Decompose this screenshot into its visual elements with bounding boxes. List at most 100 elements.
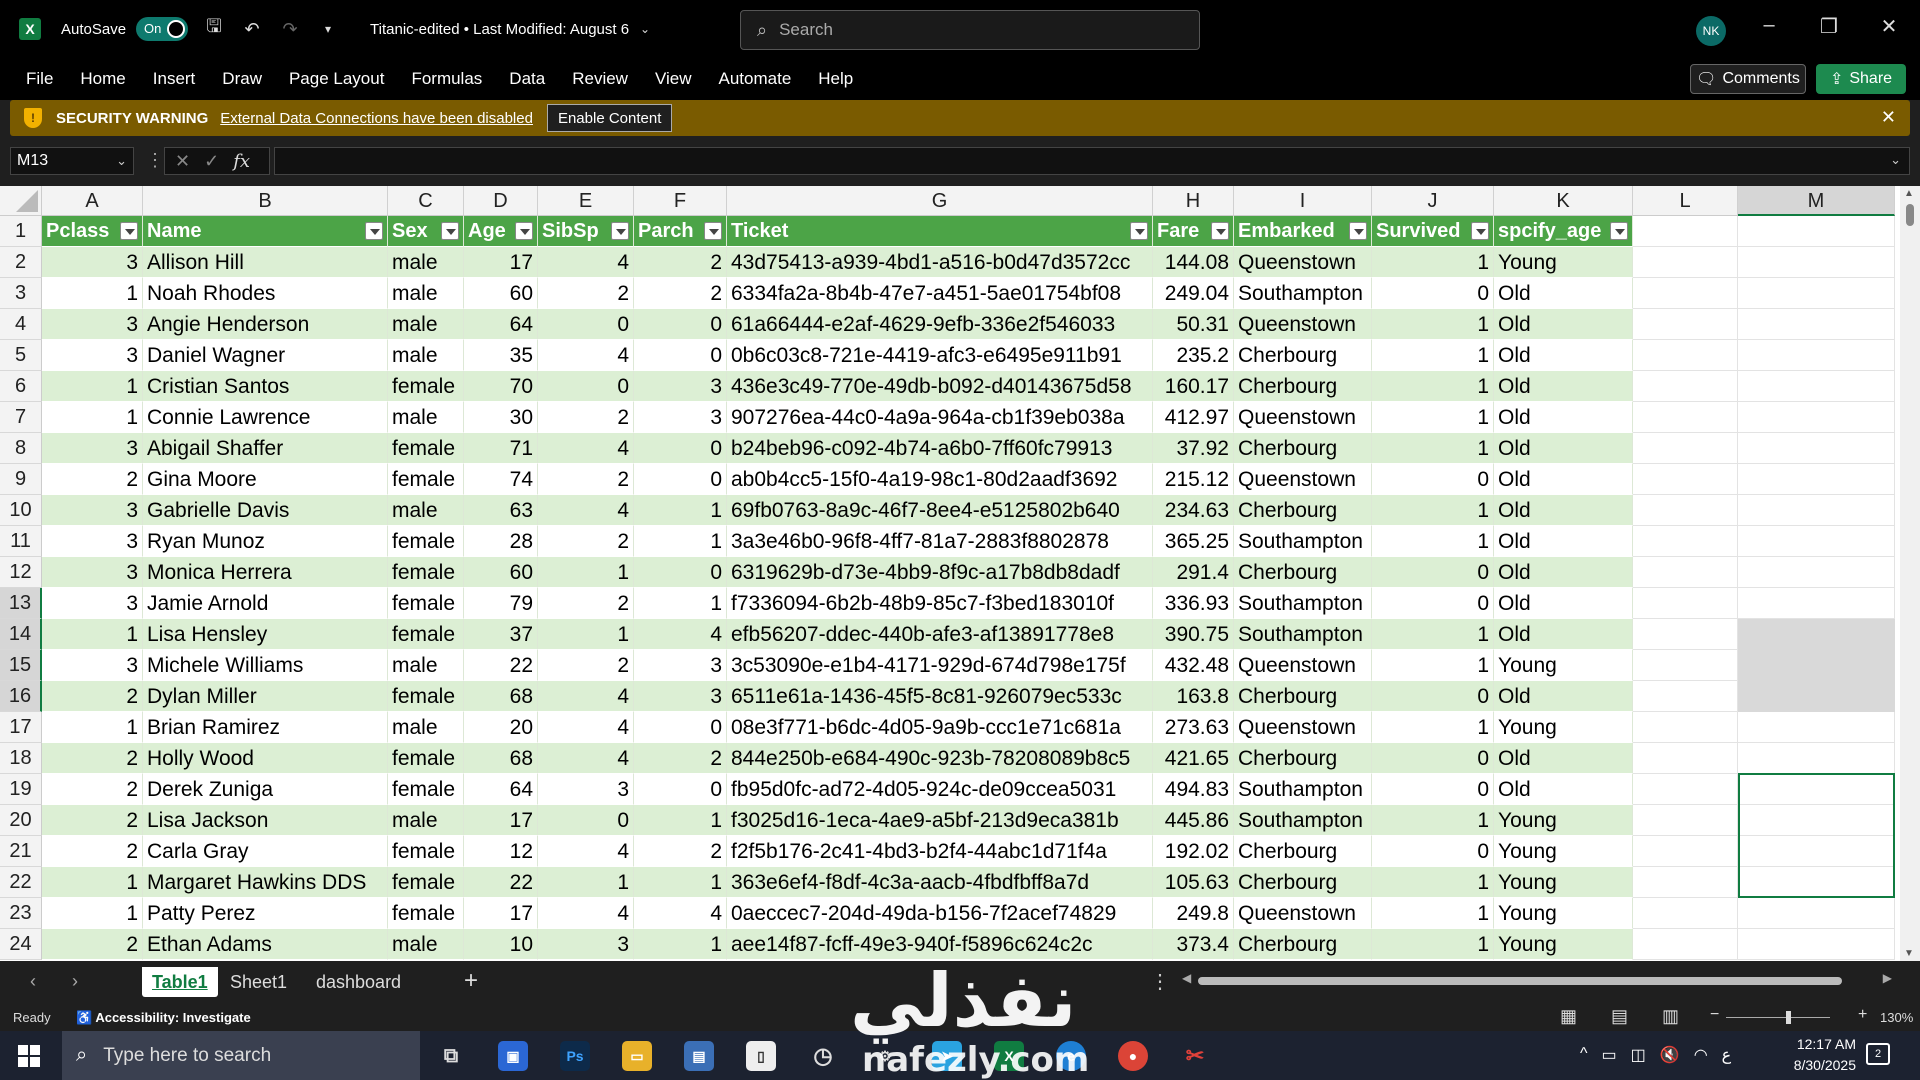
- table-cell[interactable]: f7336094-6b2b-48b9-85c7-f3bed183010f: [727, 588, 1153, 619]
- table-cell[interactable]: male: [388, 929, 464, 960]
- h-scroll-thumb[interactable]: [1198, 977, 1842, 985]
- table-cell[interactable]: 12: [464, 836, 538, 867]
- table-cell[interactable]: 1: [1372, 402, 1494, 433]
- table-cell[interactable]: 1: [42, 402, 143, 433]
- table-cell[interactable]: 0: [634, 464, 727, 495]
- table-cell[interactable]: Connie Lawrence: [143, 402, 388, 433]
- table-cell[interactable]: 1: [42, 278, 143, 309]
- table-cell[interactable]: 61a66444-e2af-4629-9efb-336e2f546033: [727, 309, 1153, 340]
- tab-home[interactable]: Home: [80, 69, 125, 89]
- search-input[interactable]: ⌕ Search: [740, 10, 1200, 50]
- table-cell[interactable]: f2f5b176-2c41-4bd3-b2f4-44abc1d71f4a: [727, 836, 1153, 867]
- more-options-icon[interactable]: ⋮: [1150, 969, 1170, 994]
- empty-cell[interactable]: [1738, 464, 1895, 495]
- name-box[interactable]: M13 ⌄: [10, 147, 134, 175]
- table-cell[interactable]: 2: [538, 588, 634, 619]
- avatar[interactable]: NK: [1696, 16, 1726, 46]
- table-cell[interactable]: Gabrielle Davis: [143, 495, 388, 526]
- table-cell[interactable]: Cherbourg: [1234, 340, 1372, 371]
- empty-cell[interactable]: [1738, 495, 1895, 526]
- filter-dropdown-icon[interactable]: [611, 222, 629, 240]
- battery-icon[interactable]: ▭: [1602, 1045, 1617, 1065]
- expand-formula-icon[interactable]: ⌄: [1890, 152, 1901, 168]
- empty-cell[interactable]: [1633, 433, 1738, 464]
- empty-cell[interactable]: [1738, 836, 1895, 867]
- table-cell[interactable]: Noah Rhodes: [143, 278, 388, 309]
- table-cell[interactable]: 2: [538, 526, 634, 557]
- autosave-toggle[interactable]: On: [136, 17, 189, 41]
- table-cell[interactable]: Old: [1494, 681, 1633, 712]
- close-icon[interactable]: ✕: [1874, 14, 1904, 39]
- file-explorer-icon[interactable]: ▭: [622, 1041, 652, 1071]
- row-header[interactable]: 16: [0, 681, 42, 712]
- table-cell[interactable]: 64: [464, 774, 538, 805]
- table-cell[interactable]: 28: [464, 526, 538, 557]
- table-cell[interactable]: 3c53090e-e1b4-4171-929d-674d798e175f: [727, 650, 1153, 681]
- table-cell[interactable]: Queenstown: [1234, 898, 1372, 929]
- column-header-d[interactable]: D: [464, 186, 538, 216]
- table-cell[interactable]: male: [388, 495, 464, 526]
- empty-cell[interactable]: [1633, 340, 1738, 371]
- row-header[interactable]: 22: [0, 867, 42, 898]
- column-header-m[interactable]: M: [1738, 186, 1895, 216]
- row-header[interactable]: 24: [0, 929, 42, 960]
- table-cell[interactable]: Michele Williams: [143, 650, 388, 681]
- row-header[interactable]: 9: [0, 464, 42, 495]
- table-cell[interactable]: b24beb96-c092-4b74-a6b0-7ff60fc79913: [727, 433, 1153, 464]
- prev-sheet-icon[interactable]: ‹: [30, 971, 36, 992]
- empty-cell[interactable]: [1633, 805, 1738, 836]
- table-cell[interactable]: Cherbourg: [1234, 557, 1372, 588]
- row-header[interactable]: 13: [0, 588, 42, 619]
- table-cell[interactable]: Young: [1494, 247, 1633, 278]
- row-header[interactable]: 6: [0, 371, 42, 402]
- check-icon[interactable]: ✓: [204, 151, 219, 172]
- table-cell[interactable]: Abigail Shaffer: [143, 433, 388, 464]
- empty-cell[interactable]: [1738, 402, 1895, 433]
- table-column-header[interactable]: Fare: [1153, 216, 1234, 247]
- table-cell[interactable]: 160.17: [1153, 371, 1234, 402]
- table-cell[interactable]: 1: [42, 371, 143, 402]
- table-cell[interactable]: 1: [1372, 495, 1494, 526]
- tab-page-layout[interactable]: Page Layout: [289, 69, 384, 89]
- table-cell[interactable]: Lisa Hensley: [143, 619, 388, 650]
- table-cell[interactable]: female: [388, 588, 464, 619]
- column-header-b[interactable]: B: [143, 186, 388, 216]
- filter-dropdown-icon[interactable]: [1130, 222, 1148, 240]
- table-cell[interactable]: 249.8: [1153, 898, 1234, 929]
- table-cell[interactable]: Carla Gray: [143, 836, 388, 867]
- formula-bar-grip-icon[interactable]: ⋮: [146, 150, 164, 171]
- table-cell[interactable]: 494.83: [1153, 774, 1234, 805]
- scroll-down-icon[interactable]: ▼: [1904, 948, 1914, 959]
- table-cell[interactable]: Cherbourg: [1234, 743, 1372, 774]
- table-cell[interactable]: Lisa Jackson: [143, 805, 388, 836]
- table-cell[interactable]: male: [388, 309, 464, 340]
- table-cell[interactable]: 0: [634, 774, 727, 805]
- column-header-h[interactable]: H: [1153, 186, 1234, 216]
- empty-cell[interactable]: [1633, 526, 1738, 557]
- table-cell[interactable]: 0: [538, 371, 634, 402]
- empty-cell[interactable]: [1633, 898, 1738, 929]
- row-header[interactable]: 19: [0, 774, 42, 805]
- scroll-thumb[interactable]: [1906, 204, 1914, 226]
- table-cell[interactable]: 69fb0763-8a9c-46f7-8ee4-e5125802b640: [727, 495, 1153, 526]
- table-cell[interactable]: 6334fa2a-8b4b-47e7-a451-5ae01754bf08: [727, 278, 1153, 309]
- table-cell[interactable]: 2: [42, 774, 143, 805]
- empty-cell[interactable]: [1633, 619, 1738, 650]
- table-cell[interactable]: 4: [538, 433, 634, 464]
- table-cell[interactable]: fb95d0fc-ad72-4d05-924c-de09ccea5031: [727, 774, 1153, 805]
- table-cell[interactable]: 1: [634, 805, 727, 836]
- table-cell[interactable]: Angie Henderson: [143, 309, 388, 340]
- column-header-i[interactable]: I: [1234, 186, 1372, 216]
- table-cell[interactable]: 1: [538, 557, 634, 588]
- table-cell[interactable]: Brian Ramirez: [143, 712, 388, 743]
- table-cell[interactable]: Young: [1494, 836, 1633, 867]
- table-cell[interactable]: 2: [42, 681, 143, 712]
- table-cell[interactable]: male: [388, 402, 464, 433]
- table-cell[interactable]: aee14f87-fcff-49e3-940f-f5896c624c2c: [727, 929, 1153, 960]
- table-cell[interactable]: 43d75413-a939-4bd1-a516-b0d47d3572cc: [727, 247, 1153, 278]
- accessibility-status[interactable]: ♿ Accessibility: Investigate: [76, 1010, 251, 1026]
- table-cell[interactable]: 3: [538, 929, 634, 960]
- empty-cell[interactable]: [1633, 650, 1738, 681]
- table-cell[interactable]: Southampton: [1234, 278, 1372, 309]
- table-cell[interactable]: Gina Moore: [143, 464, 388, 495]
